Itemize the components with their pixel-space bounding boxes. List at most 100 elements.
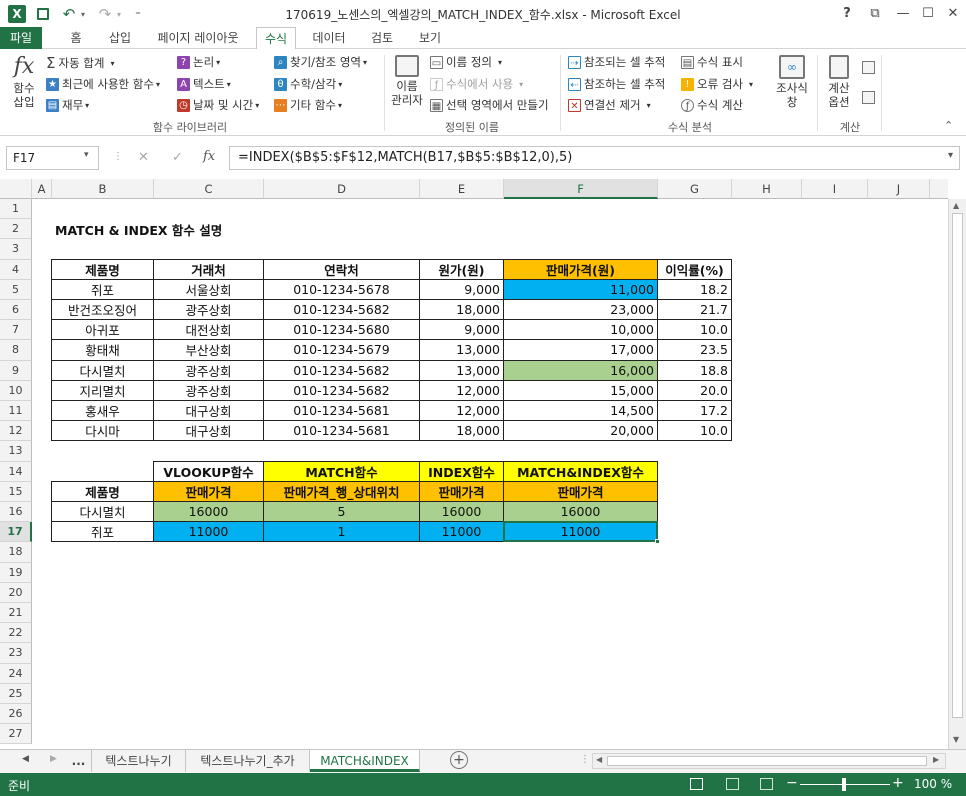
create-from-selection-button[interactable]: ▦ 선택 영역에서 만들기 bbox=[430, 97, 549, 113]
redo-dropdown-icon[interactable]: ▾ bbox=[114, 5, 124, 23]
table-cell[interactable]: 대구상회 bbox=[154, 401, 264, 422]
row-header-2[interactable]: 2 bbox=[0, 219, 32, 240]
more-functions-button[interactable]: ⋯ 기타 함수 ▾ bbox=[274, 97, 342, 113]
table-cell[interactable]: 홍새우 bbox=[52, 401, 154, 422]
table-cell[interactable]: 18,000 bbox=[420, 300, 504, 321]
summary-func-header[interactable]: MATCH&INDEX함수 bbox=[504, 461, 658, 482]
table-cell[interactable]: 10.0 bbox=[658, 320, 732, 341]
table-cell[interactable]: 9,000 bbox=[420, 279, 504, 300]
tab-home[interactable]: 홈 bbox=[56, 27, 96, 49]
scroll-up-icon[interactable]: ▲ bbox=[953, 201, 959, 210]
row-header-22[interactable]: 22 bbox=[0, 623, 32, 644]
table-cell[interactable]: 010-1234-5681 bbox=[264, 421, 420, 442]
row-header-13[interactable]: 13 bbox=[0, 441, 32, 462]
fill-handle[interactable] bbox=[655, 539, 660, 545]
table-cell[interactable]: 13,000 bbox=[420, 360, 504, 381]
table-cell[interactable]: 010-1234-5678 bbox=[264, 279, 420, 300]
redo-button[interactable]: ↷ bbox=[96, 5, 114, 23]
maximize-button[interactable]: ☐ bbox=[915, 2, 941, 24]
confirm-entry-button[interactable]: ✓ bbox=[172, 150, 183, 165]
summary-header[interactable]: 판매가격 bbox=[420, 481, 504, 502]
name-manager-button[interactable]: 이름 관리자 bbox=[389, 55, 425, 107]
sheet-title[interactable]: MATCH & INDEX 함수 설명 bbox=[52, 219, 352, 239]
zoom-level[interactable]: 100 % bbox=[914, 777, 952, 791]
table-cell[interactable]: 20,000 bbox=[504, 421, 658, 442]
summary-cell[interactable]: 쥐포 bbox=[52, 522, 154, 543]
formula-input[interactable]: =INDEX($B$5:$F$12,MATCH(B17,$B$5:$B$12,0… bbox=[229, 146, 960, 170]
row-header-8[interactable]: 8 bbox=[0, 340, 32, 361]
table-cell[interactable]: 대전상회 bbox=[154, 320, 264, 341]
column-header-d[interactable]: D bbox=[264, 179, 420, 199]
lookup-button[interactable]: ⌕ 찾기/참조 영역 ▾ bbox=[274, 54, 367, 70]
tab-page-layout[interactable]: 페이지 레이아웃 bbox=[148, 27, 248, 49]
summary-header[interactable]: 판매가격 bbox=[154, 481, 264, 502]
table-cell[interactable]: 21.7 bbox=[658, 300, 732, 321]
table-header[interactable]: 원가(원) bbox=[420, 259, 504, 280]
column-header-b[interactable]: B bbox=[52, 179, 154, 199]
scroll-thumb[interactable] bbox=[952, 213, 963, 718]
excel-logo-icon[interactable]: X bbox=[8, 5, 26, 23]
table-cell[interactable]: 010-1234-5682 bbox=[264, 380, 420, 401]
row-header-7[interactable]: 7 bbox=[0, 320, 32, 341]
column-header-e[interactable]: E bbox=[420, 179, 504, 199]
tab-insert[interactable]: 삽입 bbox=[100, 27, 140, 49]
table-cell[interactable]: 반건조오징어 bbox=[52, 300, 154, 321]
summary-cell[interactable]: 11000 bbox=[504, 522, 658, 543]
normal-view-icon[interactable] bbox=[690, 778, 703, 790]
hscroll-thumb[interactable] bbox=[607, 756, 927, 766]
table-cell[interactable]: 010-1234-5682 bbox=[264, 300, 420, 321]
page-layout-view-icon[interactable] bbox=[726, 778, 739, 790]
select-all-corner[interactable] bbox=[0, 179, 32, 199]
row-header-11[interactable]: 11 bbox=[0, 401, 32, 422]
sheet-tab-match-index[interactable]: MATCH&INDEX bbox=[310, 750, 420, 772]
summary-cell[interactable]: 1 bbox=[264, 522, 420, 543]
customize-qat-icon[interactable]: ⁼ bbox=[132, 5, 144, 23]
define-name-button[interactable]: ▭ 이름 정의 ▾ bbox=[430, 54, 502, 70]
table-cell[interactable]: 18.2 bbox=[658, 279, 732, 300]
trace-precedents-button[interactable]: ⇢ 참조되는 셀 추적 bbox=[568, 54, 665, 70]
table-cell[interactable]: 14,500 bbox=[504, 401, 658, 422]
summary-func-header[interactable]: MATCH함수 bbox=[264, 461, 420, 482]
horizontal-scrollbar[interactable]: ◀ ▶ bbox=[592, 753, 946, 769]
row-header-4[interactable]: 4 bbox=[0, 259, 32, 280]
sheet-tab-text-split[interactable]: 텍스트나누기 bbox=[92, 750, 186, 772]
summary-cell[interactable]: 11000 bbox=[154, 522, 264, 543]
row-header-5[interactable]: 5 bbox=[0, 279, 32, 300]
table-cell[interactable]: 010-1234-5681 bbox=[264, 401, 420, 422]
trace-dependents-button[interactable]: ⇠ 참조하는 셀 추적 bbox=[568, 76, 665, 92]
table-cell[interactable]: 11,000 bbox=[504, 279, 658, 300]
sheet-tab-more[interactable]: ... bbox=[66, 750, 92, 772]
evaluate-formula-button[interactable]: ƒ 수식 계산 bbox=[681, 97, 743, 113]
table-cell[interactable]: 18.8 bbox=[658, 360, 732, 381]
row-header-15[interactable]: 15 bbox=[0, 481, 32, 502]
zoom-slider-thumb[interactable] bbox=[842, 778, 846, 791]
table-cell[interactable]: 23.5 bbox=[658, 340, 732, 361]
table-cell[interactable]: 18,000 bbox=[420, 421, 504, 442]
table-header[interactable]: 연락처 bbox=[264, 259, 420, 280]
table-cell[interactable]: 광주상회 bbox=[154, 300, 264, 321]
row-header-23[interactable]: 23 bbox=[0, 643, 32, 664]
table-cell[interactable]: 12,000 bbox=[420, 401, 504, 422]
summary-cell[interactable]: 16000 bbox=[420, 502, 504, 523]
table-cell[interactable]: 23,000 bbox=[504, 300, 658, 321]
table-cell[interactable]: 쥐포 bbox=[52, 279, 154, 300]
error-check-button[interactable]: ! 오류 검사 ▾ bbox=[681, 76, 753, 92]
summary-cell[interactable]: 5 bbox=[264, 502, 420, 523]
table-header[interactable]: 거래처 bbox=[154, 259, 264, 280]
row-header-24[interactable]: 24 bbox=[0, 663, 32, 684]
table-cell[interactable]: 15,000 bbox=[504, 380, 658, 401]
name-box-dropdown-icon[interactable]: ▾ bbox=[84, 150, 89, 160]
column-header-f[interactable]: F bbox=[504, 179, 658, 199]
tab-formulas[interactable]: 수식 bbox=[256, 27, 296, 50]
help-button[interactable]: ? bbox=[834, 2, 860, 24]
column-header-j[interactable]: J bbox=[868, 179, 930, 199]
calculate-sheet-icon[interactable] bbox=[862, 91, 875, 104]
summary-func-header[interactable]: INDEX함수 bbox=[420, 461, 504, 482]
watch-window-button[interactable]: ∞ 조사식 창 bbox=[774, 53, 810, 109]
summary-header[interactable]: 판매가격_행_상대위치 bbox=[264, 481, 420, 502]
sheet-tab-text-split-extra[interactable]: 텍스트나누기_추가 bbox=[186, 750, 310, 772]
summary-cell[interactable]: 16000 bbox=[504, 502, 658, 523]
insert-function-fx-button[interactable]: fx bbox=[203, 149, 215, 164]
summary-cell[interactable]: 16000 bbox=[154, 502, 264, 523]
show-formulas-button[interactable]: ▤ 수식 표시 bbox=[681, 54, 743, 70]
